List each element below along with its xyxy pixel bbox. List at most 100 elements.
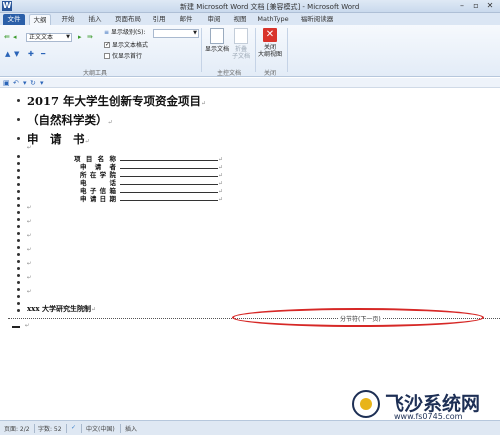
outline-level-value: 正文文本 [29, 34, 54, 41]
outline-bullet [17, 309, 20, 312]
redo-icon[interactable]: ↻ [30, 78, 36, 88]
group-divider [287, 28, 288, 72]
first-line-only-checkbox[interactable] [104, 52, 110, 59]
word-app-icon[interactable]: W [2, 1, 12, 11]
heading-category[interactable]: （自然科学类）↵ [27, 112, 113, 128]
show-document-label: 显示文档 [204, 46, 229, 53]
outline-bullet [17, 295, 20, 298]
close-icon: ✕ [263, 28, 277, 42]
heading-project-title[interactable]: 2017 年大学生创新专项资金项目↵ [27, 93, 206, 109]
tab-reader[interactable]: 福昕阅读器 [299, 14, 335, 25]
tab-review[interactable]: 审阅 [203, 14, 225, 25]
tab-mathtype[interactable]: MathType [255, 14, 291, 25]
paragraph-mark: ↵ [84, 138, 90, 145]
outline-bullet [17, 267, 20, 270]
status-divider [34, 424, 35, 433]
group-divider [201, 28, 202, 72]
expand-icon[interactable]: ✚ [28, 51, 34, 58]
ribbon: ⇚ ◂ 正文文本 ▼ ▸ ⇛ ▲ ▼ ✚ ━ ≡ 显示级别(S): ▼ ✓ 显示文… [0, 25, 500, 77]
form-underline [120, 195, 218, 201]
tab-home[interactable]: 开始 [57, 14, 79, 25]
outline-bullet [17, 232, 20, 235]
outline-bullet [17, 204, 20, 207]
outline-bullet [17, 260, 20, 263]
paragraph-mark: ↵ [25, 323, 30, 329]
outline-bullet [17, 99, 20, 102]
status-word-count[interactable]: 字数: 52 [38, 424, 62, 433]
undo-icon[interactable]: ↶ [13, 78, 19, 88]
show-text-format-option[interactable]: ✓ 显示文本格式 [104, 41, 149, 50]
move-up-icon[interactable]: ▲ [5, 51, 10, 58]
first-line-only-option[interactable]: 仅显示首行 [104, 52, 142, 61]
customize-toolbar-icon[interactable]: ▾ [40, 78, 44, 88]
group-label-master-doc: 主控文档 [216, 70, 241, 77]
tab-outline[interactable]: 大纲 [29, 14, 51, 25]
paragraph-mark: ↵ [201, 100, 207, 107]
chevron-down-icon[interactable]: ▾ [23, 78, 27, 88]
outline-bullet [17, 162, 20, 165]
quick-access-toolbar: ▣ ↶ ▾ ↻ ▾ [0, 78, 500, 88]
status-insert-mode[interactable]: 插入 [125, 424, 137, 433]
move-down-icon[interactable]: ▼ [14, 51, 19, 58]
show-document-button[interactable]: 显示文档 [204, 28, 230, 53]
show-text-format-checkbox[interactable]: ✓ [104, 41, 110, 48]
show-level-icon: ≡ [104, 29, 110, 36]
tab-view[interactable]: 视图 [229, 14, 251, 25]
outline-bullet [17, 137, 20, 140]
collapse-subdocs-button[interactable]: 折叠 子文档 [228, 28, 254, 60]
promote-heading-icon[interactable]: ⇚ [4, 34, 10, 41]
paragraph-mark: ↵ [218, 196, 224, 203]
paragraph-mark: ↵ [27, 205, 32, 211]
footer-issuer-text: xxx 大学研究生院制 [27, 304, 91, 313]
outline-bullet [17, 253, 20, 256]
group-label-close: 关闭 [263, 70, 276, 77]
paragraph-mark: ↵ [90, 306, 96, 313]
tab-file[interactable]: 文件 [3, 14, 25, 25]
site-watermark: 飞沙系统网 www.fs0745.com [352, 389, 500, 421]
tab-references[interactable]: 引用 [148, 14, 170, 25]
status-page[interactable]: 页面: 2/2 [4, 424, 30, 433]
document-icon [210, 28, 224, 44]
proofing-icon[interactable]: ✓ [71, 424, 76, 431]
outline-bullet [17, 218, 20, 221]
tab-page-layout[interactable]: 页面布局 [111, 14, 145, 25]
tab-insert[interactable]: 插入 [84, 14, 106, 25]
save-icon[interactable]: ▣ [3, 78, 10, 88]
status-divider [66, 424, 67, 433]
highlight-oval [232, 308, 484, 327]
close-outline-view-button[interactable]: ✕ 关闭 大纲视图 [256, 28, 284, 58]
paragraph-mark: ↵ [27, 275, 32, 281]
document-area[interactable]: 2017 年大学生创新专项资金项目↵ （自然科学类）↵ 申 请 书↵ ↵ 项目名… [0, 89, 500, 420]
restore-button[interactable]: ▫ [470, 1, 482, 11]
outline-bullet [17, 225, 20, 228]
status-language[interactable]: 中文(中国) [86, 424, 115, 433]
demote-to-body-icon[interactable]: ⇛ [87, 34, 93, 41]
outline-bullet [17, 211, 20, 214]
promote-icon[interactable]: ◂ [13, 34, 17, 41]
footer-issuer-line[interactable]: xxx 大学研究生院制↵ [27, 304, 96, 314]
minimize-button[interactable]: – [456, 1, 468, 11]
window-controls: – ▫ ✕ [456, 1, 496, 11]
outline-bullet [17, 176, 20, 179]
paragraph-mark: ↵ [27, 233, 32, 239]
form-row-date[interactable]: 申请日期 ↵ [80, 193, 223, 203]
show-level-row: ≡ 显示级别(S): [104, 29, 145, 37]
heading-application[interactable]: 申 请 书↵ [27, 131, 90, 147]
chevron-down-icon: ▼ [193, 30, 197, 36]
collapse-icon[interactable]: ━ [41, 51, 45, 58]
show-level-label: 显示级别(S): [110, 29, 146, 36]
form-label: 申请日期 [80, 195, 116, 203]
outline-bullet [17, 239, 20, 242]
show-level-dropdown[interactable]: ▼ [153, 29, 199, 38]
status-divider [120, 424, 121, 433]
close-window-button[interactable]: ✕ [484, 1, 496, 11]
outline-level-dropdown[interactable]: 正文文本 ▼ [26, 33, 72, 42]
show-text-format-label: 显示文本格式 [112, 42, 149, 49]
tab-mailings[interactable]: 邮件 [175, 14, 197, 25]
logo-icon [352, 390, 380, 418]
outline-bullet [17, 183, 20, 186]
outline-bullet [17, 197, 20, 200]
demote-icon[interactable]: ▸ [78, 34, 82, 41]
paragraph-mark: ↵ [27, 145, 32, 151]
close-outline-view-label: 关闭 大纲视图 [257, 44, 282, 58]
